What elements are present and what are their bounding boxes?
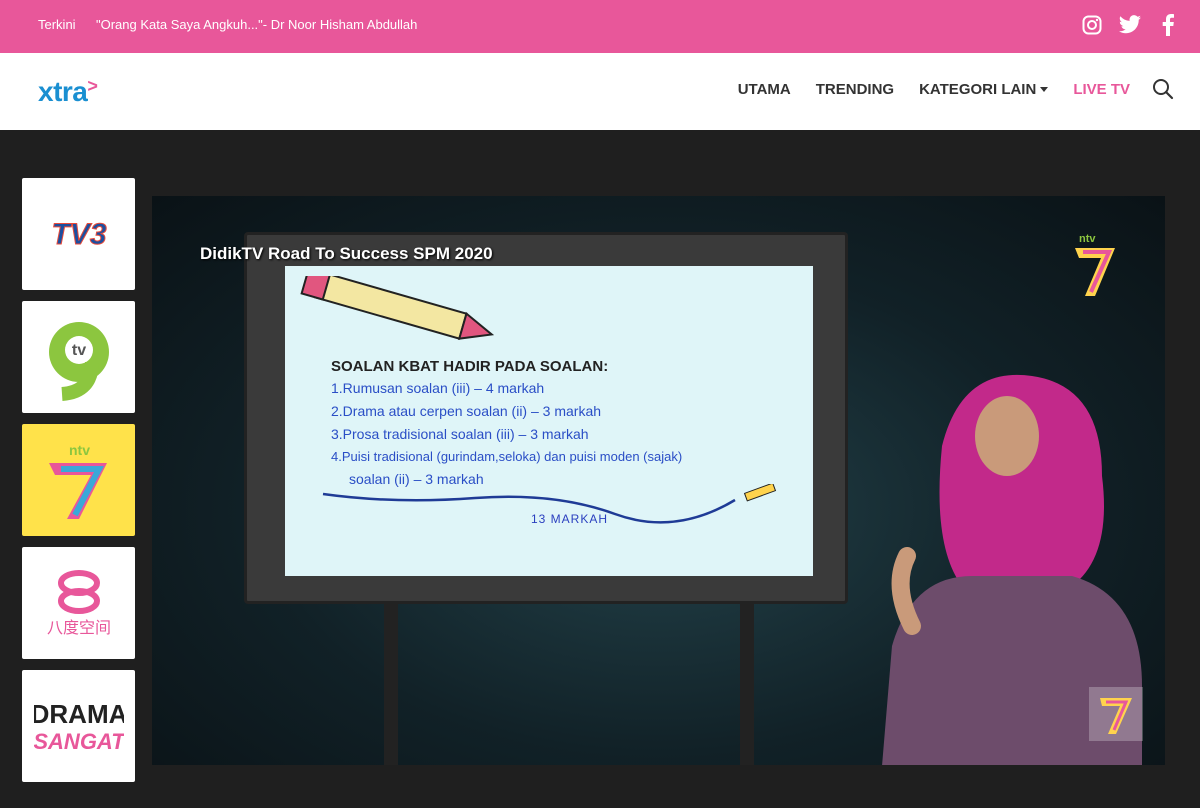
channel-drama-sangat[interactable]: DRAMA SANGAT — [22, 670, 135, 782]
nav-live-tv[interactable]: LIVE TV — [1073, 81, 1130, 98]
channel-tv9[interactable]: tv — [22, 301, 135, 413]
slide-total: 13 MARKAH — [531, 512, 609, 526]
terkini-label: Terkini — [38, 17, 76, 32]
ntv7-corner-logo — [1089, 687, 1143, 741]
svg-text:SANGAT: SANGAT — [34, 729, 124, 754]
slide-line-4: 4.Puisi tradisional (gurindam,seloka) da… — [331, 449, 683, 464]
social-links — [1080, 13, 1180, 37]
nav-utama[interactable]: UTAMA — [738, 81, 791, 98]
xtra-logo[interactable]: xtra> — [38, 76, 98, 108]
twitter-icon[interactable] — [1118, 13, 1142, 37]
nav-trending[interactable]: TRENDING — [816, 81, 894, 98]
facebook-icon[interactable] — [1156, 13, 1180, 37]
screen-stand-right — [740, 600, 754, 765]
classroom-screen-frame: SOALAN KBAT HADIR PADA SOALAN: 1.Rumusan… — [244, 232, 848, 604]
slide-line-1: 1.Rumusan soalan (iii) – 4 markah — [331, 380, 545, 396]
tv3-logo: TV3 — [50, 218, 106, 252]
svg-text:tv: tv — [71, 342, 85, 359]
headline-link[interactable]: "Orang Kata Saya Angkuh..."- Dr Noor His… — [96, 17, 417, 32]
nav-kategori-lain[interactable]: KATEGORI LAIN — [919, 80, 1049, 98]
logo-arrow-icon: > — [87, 76, 98, 96]
tv9-logo: tv — [48, 322, 109, 401]
channel-tv3[interactable]: TV3 — [22, 178, 135, 290]
nav-kategori-label: KATEGORI LAIN — [919, 80, 1037, 98]
program-title-overlay: DidikTV Road To Success SPM 2020 — [200, 244, 493, 263]
pencil-icon — [300, 276, 495, 340]
8tv-logo: 八度空间 — [46, 570, 111, 637]
drama-sangat-logo: DRAMA SANGAT — [34, 699, 124, 754]
lesson-slide: SOALAN KBAT HADIR PADA SOALAN: 1.Rumusan… — [285, 266, 813, 576]
slide-heading: SOALAN KBAT HADIR PADA SOALAN: — [331, 358, 609, 375]
svg-text:ntv: ntv — [69, 442, 90, 458]
channel-ntv7[interactable]: ntv — [22, 424, 135, 536]
svg-text:ntv: ntv — [1079, 233, 1096, 245]
top-bar: Terkini "Orang Kata Saya Angkuh..."- Dr … — [0, 0, 1200, 53]
8tv-label: 八度空间 — [46, 618, 110, 637]
instagram-icon[interactable] — [1080, 13, 1104, 37]
caret-down-icon — [1040, 87, 1049, 93]
svg-text:TV3: TV3 — [51, 218, 106, 251]
channel-list: TV3 tv ntv 八度空间 DRAMA SANGAT — [22, 178, 135, 793]
logo-text: xtra — [38, 76, 88, 107]
header: xtra> UTAMA TRENDING KATEGORI LAIN LIVE … — [0, 53, 1200, 130]
live-video-player[interactable]: SOALAN KBAT HADIR PADA SOALAN: 1.Rumusan… — [152, 196, 1165, 765]
slide-line-3: 3.Prosa tradisional soalan (iii) – 3 mar… — [331, 426, 589, 442]
svg-text:DRAMA: DRAMA — [34, 699, 124, 729]
search-icon[interactable] — [1152, 78, 1174, 100]
ntv7-logo: ntv — [48, 442, 107, 519]
ntv7-watermark: ntv — [1073, 230, 1117, 305]
screen-stand-left — [384, 600, 398, 765]
slide-line-2: 2.Drama atau cerpen soalan (ii) – 3 mark… — [331, 403, 602, 419]
channel-8tv[interactable]: 八度空间 — [22, 547, 135, 659]
main-nav: UTAMA TRENDING KATEGORI LAIN LIVE TV — [713, 78, 1174, 100]
